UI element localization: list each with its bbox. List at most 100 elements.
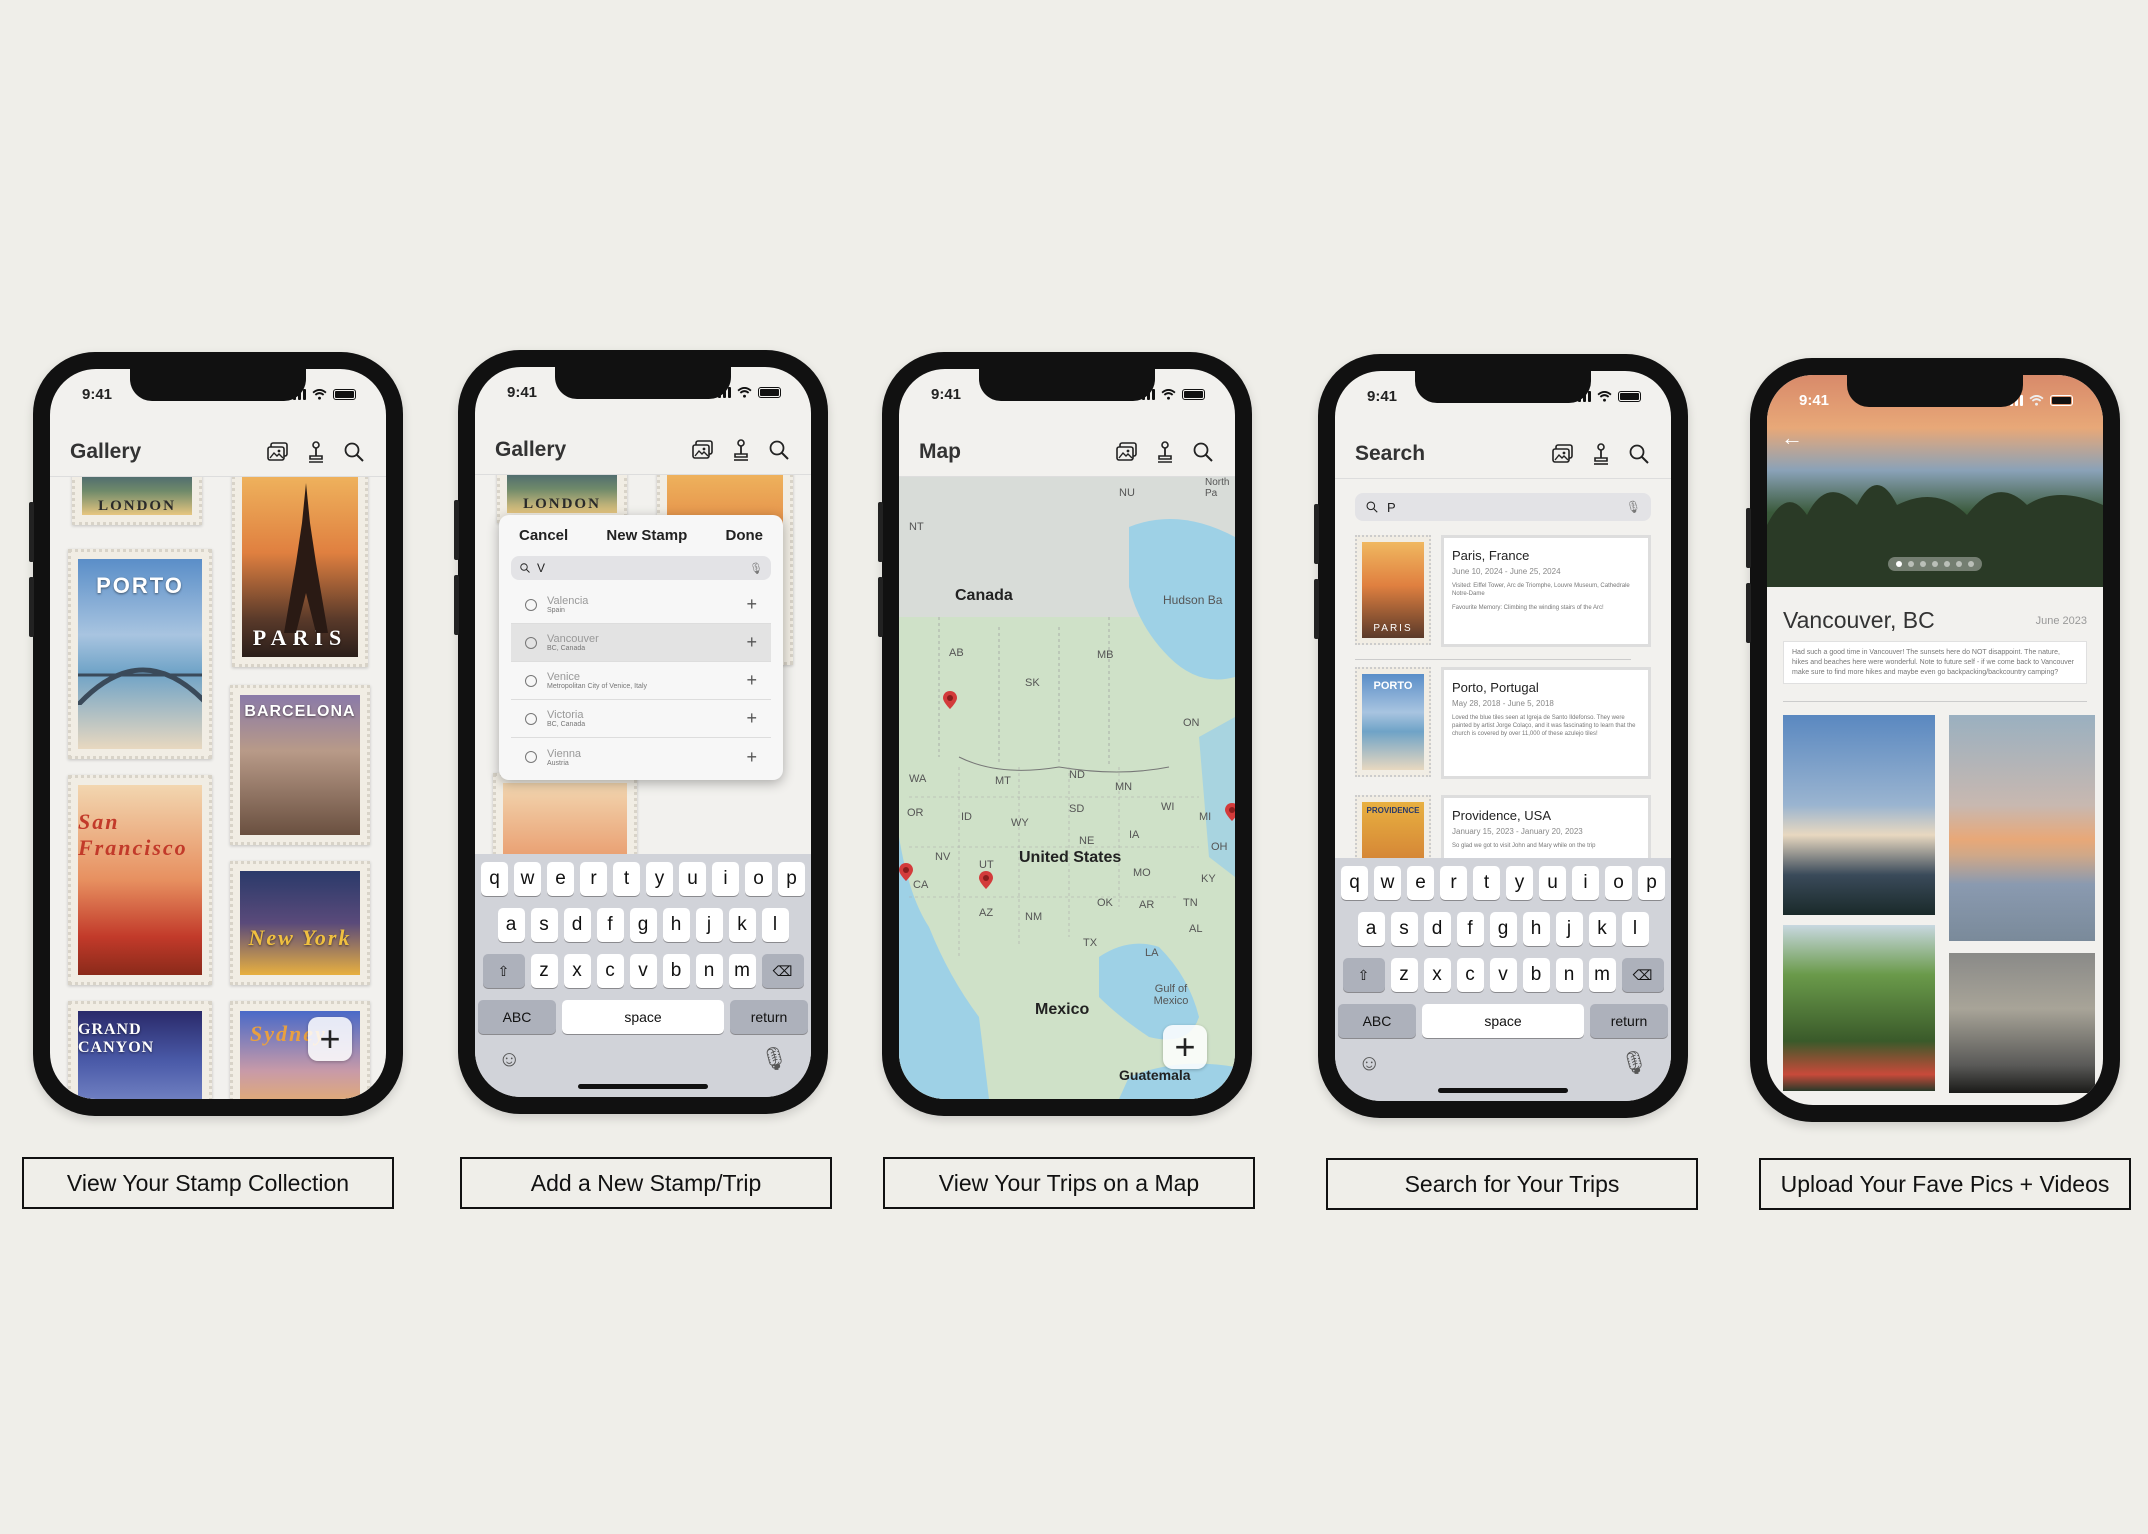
stamp-london[interactable]: LONDON [72, 477, 202, 525]
search-icon[interactable] [1191, 440, 1215, 464]
key[interactable]: s [1390, 912, 1418, 946]
key[interactable]: u [1539, 866, 1566, 900]
trip-photo[interactable] [1783, 925, 1935, 1091]
key[interactable]: d [1423, 912, 1451, 946]
search-icon[interactable] [767, 438, 791, 462]
stamp-icon[interactable] [1153, 440, 1177, 464]
trip-pin-icon[interactable] [979, 871, 993, 889]
abc-key[interactable]: ABC [1338, 1004, 1416, 1038]
key[interactable]: v [1489, 958, 1517, 992]
stamp-porto[interactable]: PORTO [68, 549, 212, 759]
stamp-grand-canyon[interactable]: GRAND CANYON [68, 1001, 212, 1099]
trip-pin-icon[interactable] [1225, 803, 1235, 821]
key[interactable]: u [679, 862, 706, 896]
trip-photo[interactable] [1949, 953, 2095, 1093]
key[interactable]: x [563, 954, 591, 988]
key[interactable]: q [1341, 866, 1368, 900]
gallery-icon[interactable] [1115, 440, 1139, 464]
key[interactable]: b [662, 954, 690, 988]
key[interactable]: i [1572, 866, 1599, 900]
location-search-input[interactable]: V 🎙 [511, 556, 771, 580]
add-icon[interactable]: + [746, 747, 757, 768]
back-arrow-icon[interactable]: ← [1781, 425, 1803, 451]
gallery-icon[interactable] [691, 438, 715, 462]
key[interactable]: y [646, 862, 673, 896]
cancel-button[interactable]: Cancel [519, 527, 568, 544]
key[interactable]: g [1489, 912, 1517, 946]
gallery-icon[interactable] [266, 440, 290, 464]
add-icon[interactable]: + [746, 594, 757, 615]
key[interactable]: z [1390, 958, 1418, 992]
add-icon[interactable]: + [746, 708, 757, 729]
space-key[interactable]: space [562, 1000, 724, 1034]
map-view[interactable]: NT NU North Pa Canada Hudson Ba AB SK MB… [899, 477, 1235, 1099]
mic-icon[interactable]: 🎙 [1620, 1050, 1648, 1076]
carousel-dots[interactable] [1888, 557, 1982, 571]
trip-photo[interactable] [1783, 715, 1935, 915]
key[interactable]: t [613, 862, 640, 896]
add-icon[interactable]: + [746, 632, 757, 653]
key[interactable]: f [596, 908, 624, 942]
trip-pin-icon[interactable] [943, 691, 957, 709]
done-button[interactable]: Done [726, 527, 764, 544]
gallery-icon[interactable] [1551, 442, 1575, 466]
key[interactable]: x [1423, 958, 1451, 992]
key[interactable]: k [1588, 912, 1616, 946]
key[interactable]: o [1605, 866, 1632, 900]
key[interactable]: i [712, 862, 739, 896]
key[interactable]: q [481, 862, 508, 896]
mic-icon[interactable]: 🎙 [760, 1046, 788, 1072]
key[interactable]: j [695, 908, 723, 942]
key[interactable]: v [629, 954, 657, 988]
key[interactable]: z [530, 954, 558, 988]
space-key[interactable]: space [1422, 1004, 1584, 1038]
delete-key-icon[interactable]: ⌫ [1621, 958, 1664, 992]
abc-key[interactable]: ABC [478, 1000, 556, 1034]
key[interactable]: c [596, 954, 624, 988]
emoji-icon[interactable]: ☺ [1358, 1050, 1380, 1076]
add-stamp-button[interactable]: + [308, 1017, 352, 1061]
shift-key-icon[interactable]: ⇧ [482, 954, 525, 988]
stamp-icon[interactable] [1589, 442, 1613, 466]
trip-pin-icon[interactable] [899, 863, 913, 881]
return-key[interactable]: return [1590, 1004, 1668, 1038]
key[interactable]: o [745, 862, 772, 896]
mic-icon[interactable]: 🎙 [749, 562, 763, 575]
key[interactable]: y [1506, 866, 1533, 900]
mic-icon[interactable]: 🎙 [1626, 500, 1641, 514]
location-result[interactable]: Valencia Spain + [511, 586, 771, 624]
key[interactable]: b [1522, 958, 1550, 992]
trip-photo[interactable] [1949, 715, 2095, 941]
key[interactable]: w [514, 862, 541, 896]
key[interactable]: e [1407, 866, 1434, 900]
stamp-paris[interactable]: PARIS [232, 477, 368, 667]
location-result[interactable]: Victoria BC, Canada + [511, 700, 771, 738]
key[interactable]: w [1374, 866, 1401, 900]
key[interactable]: e [547, 862, 574, 896]
return-key[interactable]: return [730, 1000, 808, 1034]
stamp-san-francisco[interactable]: San Francisco [68, 775, 212, 985]
search-result[interactable]: PARIS Paris, France June 10, 2024 - June… [1355, 535, 1651, 647]
key[interactable]: p [778, 862, 805, 896]
key[interactable]: s [530, 908, 558, 942]
add-icon[interactable]: + [746, 670, 757, 691]
key[interactable]: t [1473, 866, 1500, 900]
search-icon[interactable] [342, 440, 366, 464]
key[interactable]: j [1555, 912, 1583, 946]
key[interactable]: n [695, 954, 723, 988]
key[interactable]: m [1588, 958, 1616, 992]
key[interactable]: f [1456, 912, 1484, 946]
key[interactable]: c [1456, 958, 1484, 992]
key[interactable]: g [629, 908, 657, 942]
stamp-icon[interactable] [729, 438, 753, 462]
stamp-barcelona[interactable]: BARCELONA [230, 685, 370, 845]
key[interactable]: h [1522, 912, 1550, 946]
key[interactable]: d [563, 908, 591, 942]
emoji-icon[interactable]: ☺ [498, 1046, 520, 1072]
key[interactable]: h [662, 908, 690, 942]
shift-key-icon[interactable]: ⇧ [1342, 958, 1385, 992]
key[interactable]: a [497, 908, 525, 942]
location-result[interactable]: Vancouver BC, Canada + [511, 624, 771, 662]
stamp-icon[interactable] [304, 440, 328, 464]
location-result[interactable]: Vienna Austria + [511, 738, 771, 776]
